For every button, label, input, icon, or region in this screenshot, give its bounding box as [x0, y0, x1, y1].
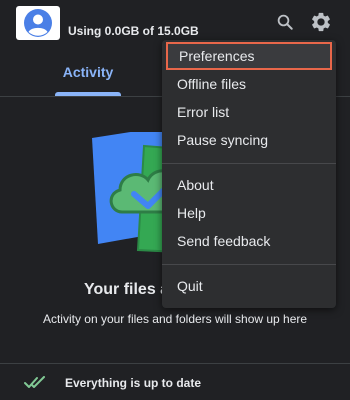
account-circle-icon — [24, 9, 52, 37]
tab-activity[interactable]: Activity — [55, 48, 121, 96]
double-check-icon — [24, 376, 45, 388]
settings-menu: Preferences Offline files Error list Pau… — [162, 40, 336, 308]
active-tab-indicator — [55, 92, 121, 96]
gear-icon — [312, 12, 330, 32]
storage-usage-text: Using 0.0GB of 15.0GB — [68, 24, 199, 38]
empty-state-subtitle: Activity on your files and folders will … — [42, 312, 308, 326]
menu-separator — [162, 163, 336, 164]
menu-item-error-list[interactable]: Error list — [162, 98, 336, 126]
menu-item-quit[interactable]: Quit — [162, 272, 336, 300]
search-icon — [277, 14, 293, 30]
footer-divider — [0, 363, 350, 364]
menu-item-send-feedback[interactable]: Send feedback — [162, 227, 336, 255]
settings-button[interactable] — [309, 10, 333, 34]
menu-item-help[interactable]: Help — [162, 199, 336, 227]
search-button[interactable] — [273, 10, 297, 34]
menu-item-pause-syncing[interactable]: Pause syncing — [162, 126, 336, 154]
menu-separator — [162, 264, 336, 265]
empty-state-title: Your files a — [84, 281, 170, 298]
menu-item-preferences[interactable]: Preferences — [166, 42, 332, 70]
menu-item-about[interactable]: About — [162, 171, 336, 199]
avatar[interactable] — [16, 6, 60, 40]
sync-status-text: Everything is up to date — [65, 376, 202, 390]
menu-item-offline-files[interactable]: Offline files — [162, 70, 336, 98]
